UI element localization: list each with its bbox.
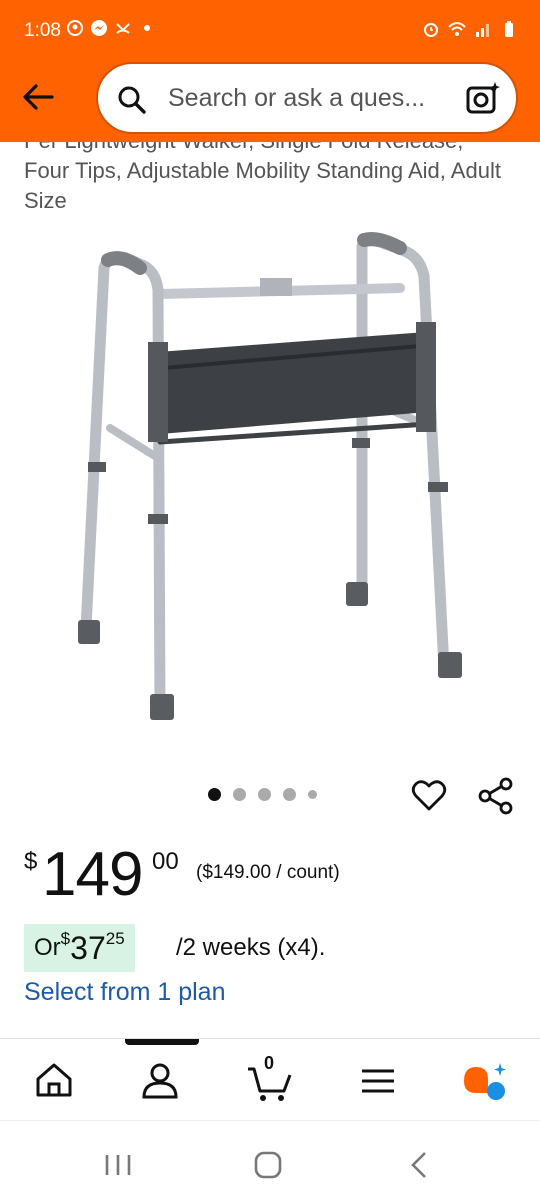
- battery-icon: [505, 21, 513, 37]
- carousel-dot[interactable]: [283, 788, 296, 801]
- image-carousel-dots[interactable]: [208, 788, 317, 801]
- messenger-icon: [91, 20, 107, 36]
- rufus-assistant-icon[interactable]: [460, 1055, 512, 1107]
- carousel-dot[interactable]: [258, 788, 271, 801]
- carousel-dot[interactable]: [233, 788, 246, 801]
- installment-badge: Or $ 37 25: [24, 924, 135, 972]
- camera-search-icon[interactable]: [464, 80, 502, 118]
- swiggy-icon: [67, 20, 83, 36]
- price-per-unit: ($149.00 / count): [196, 862, 340, 883]
- price-fraction: 00: [152, 848, 179, 875]
- carousel-dot[interactable]: [208, 788, 221, 801]
- search-header: Search or ask a ques...: [0, 62, 540, 142]
- back-arrow-icon[interactable]: [18, 76, 60, 118]
- home-icon[interactable]: [28, 1055, 80, 1107]
- select-plan-link[interactable]: Select from 1 plan: [24, 978, 226, 1007]
- status-bar: 1:08: [0, 0, 540, 62]
- product-title: Four Tips, Adjustable Mobility Standing …: [24, 158, 501, 213]
- recent-apps-icon[interactable]: [98, 1145, 138, 1185]
- account-icon[interactable]: [134, 1055, 186, 1107]
- system-status-icons: [422, 20, 518, 38]
- wifi-icon: [448, 22, 466, 36]
- back-button-icon[interactable]: [400, 1145, 440, 1185]
- missed-call-icon: [116, 23, 130, 34]
- share-icon[interactable]: [476, 776, 516, 816]
- wishlist-heart-icon[interactable]: [410, 776, 448, 814]
- alarm-icon: [424, 23, 438, 37]
- notification-icons: [66, 19, 156, 37]
- active-tab-indicator: [125, 1039, 199, 1045]
- search-placeholder: Search or ask a ques...: [168, 84, 426, 112]
- search-icon: [118, 86, 146, 114]
- search-input[interactable]: Search or ask a ques...: [96, 62, 518, 134]
- installment-prefix: Or: [34, 934, 61, 961]
- installment-whole: 37: [70, 929, 106, 966]
- product-image[interactable]: [60, 228, 480, 728]
- bottom-navigation: 0: [0, 1038, 540, 1121]
- system-navigation-bar: [0, 1120, 540, 1201]
- cart-button[interactable]: 0: [244, 1053, 296, 1107]
- installment-currency: $: [60, 929, 71, 948]
- installment-terms: /2 weeks (x4).: [176, 934, 326, 961]
- installment-fraction: 25: [105, 929, 125, 948]
- signal-icon: [476, 24, 489, 37]
- more-dot-icon: [144, 25, 150, 31]
- home-button-icon[interactable]: [248, 1145, 288, 1185]
- cart-count: 0: [264, 1053, 275, 1073]
- menu-icon[interactable]: [352, 1055, 404, 1107]
- carousel-dot[interactable]: [308, 790, 317, 799]
- price-currency: $: [24, 848, 38, 875]
- price-whole: 149: [42, 840, 143, 909]
- status-time: 1:08: [24, 20, 61, 41]
